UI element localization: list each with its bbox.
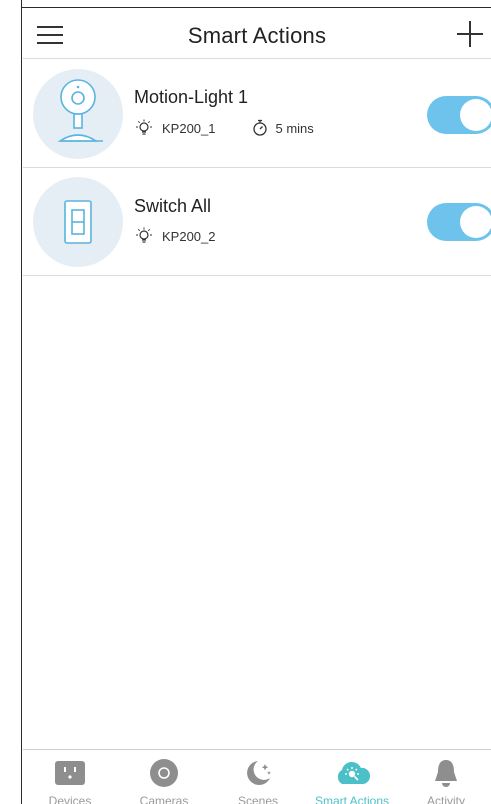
tab-cameras[interactable]: Cameras [117, 750, 211, 804]
tab-label: Cameras [139, 794, 189, 804]
light-bulb-icon [136, 119, 152, 135]
plus-icon[interactable] [457, 21, 483, 47]
smart-action-row[interactable]: Motion-Light 1 KP200_1 5 mins [23, 60, 491, 168]
enable-toggle[interactable] [427, 203, 491, 241]
page-title: Smart Actions [187, 23, 327, 48]
toggle-knob [460, 99, 491, 131]
device-name: KP200_1 [162, 120, 216, 136]
smart-action-name: Switch All [134, 196, 212, 216]
window-left-edge [0, 0, 22, 804]
camera-icon [57, 79, 103, 142]
light-bulb-icon [136, 227, 152, 243]
tab-label: Scenes [237, 794, 279, 804]
toggle-knob [460, 206, 491, 238]
smart-action-avatar [33, 69, 123, 159]
camera-lens-icon [150, 759, 178, 787]
tab-label: Devices [48, 794, 92, 804]
smart-action-name: Motion-Light 1 [134, 87, 249, 107]
enable-toggle[interactable] [427, 96, 491, 134]
bell-icon [435, 760, 457, 787]
smart-action-avatar [33, 177, 123, 267]
moon-stars-icon [247, 761, 271, 785]
tab-label: Smart Actions [314, 794, 390, 804]
tab-devices[interactable]: Devices [23, 750, 117, 804]
app-window: Smart Actions Motion-Light 1 KP200_1 5 m… [0, 0, 491, 804]
smart-action-details: KP200_1 5 mins [134, 119, 314, 137]
duration: 5 mins [275, 120, 314, 136]
smart-action-details: KP200_2 [134, 227, 216, 245]
device-name: KP200_2 [162, 228, 216, 244]
tab-smart-actions[interactable]: Smart Actions [305, 750, 399, 804]
smart-action-row[interactable]: Switch All KP200_2 [23, 168, 491, 276]
tab-scenes[interactable]: Scenes [211, 750, 305, 804]
outlet-icon [55, 761, 85, 785]
light-switch-icon [64, 200, 92, 244]
tab-activity[interactable]: Activity [399, 750, 491, 804]
bottom-tab-bar: Devices Cameras Scenes Smart Actions Act… [23, 749, 491, 804]
window-top-edge [22, 0, 491, 8]
tab-label: Activity [426, 794, 465, 804]
top-app-bar: Smart Actions [23, 9, 491, 59]
stopwatch-icon [252, 119, 267, 136]
smart-actions-cloud-icon [337, 761, 371, 784]
